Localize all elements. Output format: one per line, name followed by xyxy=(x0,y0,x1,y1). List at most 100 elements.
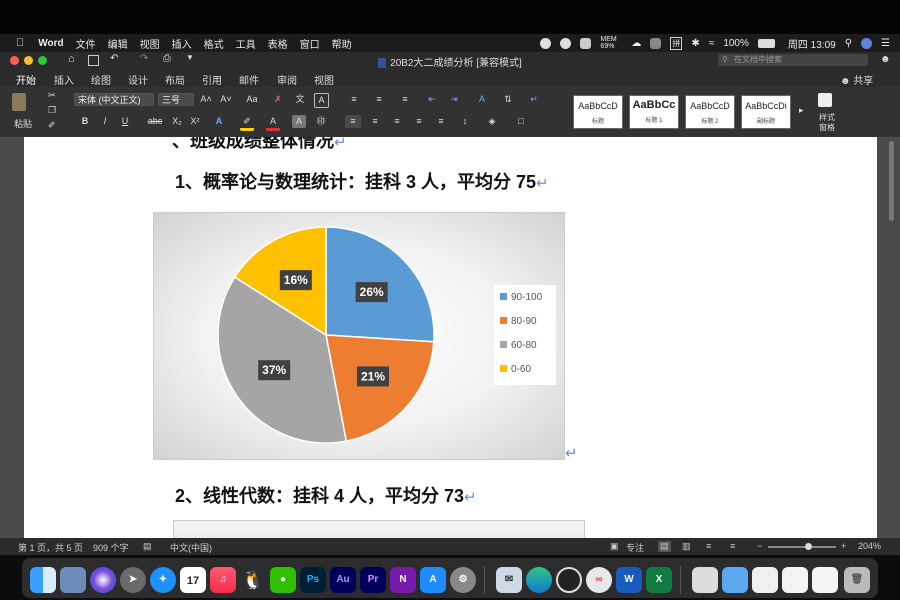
input-method-icon[interactable]: 拼 xyxy=(670,36,683,50)
recent-file-icon-2[interactable] xyxy=(812,567,838,593)
battery-icon[interactable] xyxy=(757,38,775,48)
style-heading-1[interactable]: AaBbCc 标题 1 xyxy=(629,95,679,129)
zoom-slider-thumb[interactable] xyxy=(805,543,812,550)
trash-icon[interactable]: 🗑 xyxy=(844,567,870,593)
line-spacing-button[interactable]: ↕ xyxy=(455,115,475,128)
tab-insert[interactable]: 插入 xyxy=(54,72,74,87)
calendar-icon[interactable]: 17 xyxy=(180,567,206,593)
safari-icon[interactable]: ✦ xyxy=(150,567,176,593)
wifi-icon[interactable]: ≈ xyxy=(709,38,715,49)
share-button[interactable]: ☻ 共享 xyxy=(840,72,873,87)
music-icon[interactable]: ♫ xyxy=(210,567,236,593)
paste-icon[interactable] xyxy=(12,93,26,111)
draft-icon[interactable]: ≡ xyxy=(730,541,735,551)
style-subtitle[interactable]: AaBbCcDi 副标题 xyxy=(741,95,791,129)
styles-pane-label-2[interactable]: 窗格 xyxy=(819,122,835,133)
style-heading-2[interactable]: AaBbCcD 标题 2 xyxy=(685,95,735,129)
superscript-button[interactable]: X² xyxy=(188,115,202,128)
cloud-icon[interactable]: ☁ xyxy=(631,38,641,49)
outline-icon[interactable]: ≡ xyxy=(706,541,711,551)
documents-stack-icon[interactable] xyxy=(692,567,718,593)
clear-format-button[interactable]: ✗ xyxy=(270,93,286,106)
audition-icon[interactable]: Au xyxy=(330,567,356,593)
focus-mode[interactable]: 专注 xyxy=(626,541,644,554)
language[interactable]: 中文(中国) xyxy=(170,541,212,554)
account-icon[interactable]: ☻ xyxy=(880,54,891,65)
photoshop-icon[interactable]: Ps xyxy=(300,567,326,593)
pie-chart[interactable]: 26% 21% 37% 16% 90-100 80-90 60-80 0-60 xyxy=(153,212,565,460)
premiere-icon[interactable]: Pr xyxy=(360,567,386,593)
tab-mailings[interactable]: 邮件 xyxy=(239,72,259,87)
distribute-button[interactable]: ≡ xyxy=(433,115,449,128)
document-search-input[interactable]: ⚲ 在文档中搜索 xyxy=(718,54,868,66)
font-name-select[interactable]: 宋体 (中文正文) xyxy=(74,93,154,106)
apple-icon[interactable]:  xyxy=(16,37,24,49)
character-border-button[interactable]: A xyxy=(314,93,329,108)
web-layout-icon[interactable]: ▥ xyxy=(682,541,691,552)
tab-draw[interactable]: 绘图 xyxy=(91,72,111,87)
downloads-folder-icon[interactable] xyxy=(722,567,748,593)
menu-view[interactable]: 视图 xyxy=(140,36,160,51)
menu-app-name[interactable]: Word xyxy=(38,38,63,49)
zoom-slider[interactable] xyxy=(768,546,836,548)
shrink-font-button[interactable]: A˅ xyxy=(218,93,234,106)
menu-edit[interactable]: 编辑 xyxy=(108,36,128,51)
bullets-button[interactable]: ≡ xyxy=(345,93,363,106)
decrease-indent-button[interactable]: ⇤ xyxy=(424,93,440,106)
italic-button[interactable]: I xyxy=(98,115,112,128)
edge-icon[interactable] xyxy=(526,567,552,593)
wechat-icon[interactable]: ● xyxy=(270,567,296,593)
tab-references[interactable]: 引用 xyxy=(202,72,222,87)
siri-icon[interactable] xyxy=(90,567,116,593)
control-center-icon[interactable]: ☰ xyxy=(881,38,890,49)
shading-button[interactable]: ◈ xyxy=(483,115,501,128)
launchpad-icon[interactable]: ➤ xyxy=(120,567,146,593)
chinese-layout-button[interactable]: A xyxy=(474,93,490,106)
excel-icon[interactable]: X xyxy=(646,567,672,593)
format-painter-icon[interactable]: ✐ xyxy=(48,120,56,131)
tab-design[interactable]: 设计 xyxy=(128,72,148,87)
menu-window[interactable]: 窗口 xyxy=(300,36,320,51)
increase-indent-button[interactable]: ⇥ xyxy=(446,93,462,106)
wechat-status-icon[interactable] xyxy=(560,37,572,49)
app-store-icon[interactable]: A xyxy=(420,567,446,593)
text-effects-button[interactable]: A xyxy=(212,115,226,128)
screenshot-stack-icon[interactable] xyxy=(752,567,778,593)
document-page[interactable]: 、班级成绩整体情况↵ 1、概率论与数理统计：挂科 3 人，平均分 75↵ 26%… xyxy=(24,137,877,538)
connect-icon[interactable]: ∞ xyxy=(586,567,612,593)
strikethrough-button[interactable]: abc xyxy=(145,115,165,128)
vertical-scrollbar[interactable] xyxy=(889,141,894,221)
bluetooth-icon[interactable]: ✱ xyxy=(691,38,699,49)
paste-label[interactable]: 粘贴 xyxy=(14,117,32,130)
menu-tools[interactable]: 工具 xyxy=(236,36,256,51)
print-layout-icon[interactable]: ▤ xyxy=(658,541,671,552)
highlight-button[interactable]: ✐ xyxy=(240,115,254,131)
mail-icon[interactable]: ✉ xyxy=(496,567,522,593)
tab-view[interactable]: 视图 xyxy=(314,72,334,87)
page-count[interactable]: 第 1 页，共 5 页 xyxy=(18,541,83,554)
enclose-character-button[interactable]: ㊞ xyxy=(314,115,328,128)
memory-indicator[interactable]: MEM 69% xyxy=(600,36,622,50)
menu-table[interactable]: 表格 xyxy=(268,36,288,51)
align-center-button[interactable]: ≡ xyxy=(367,115,383,128)
finder-icon[interactable] xyxy=(30,567,56,593)
styles-more-icon[interactable]: ▸ xyxy=(799,105,804,116)
onenote-icon[interactable]: N xyxy=(390,567,416,593)
underline-button[interactable]: U xyxy=(118,115,132,128)
font-color-button[interactable]: A xyxy=(266,115,280,131)
align-left-button[interactable]: ≡ xyxy=(345,115,361,128)
camera-icon[interactable] xyxy=(580,37,592,49)
preview-icon[interactable] xyxy=(60,567,86,593)
grow-font-button[interactable]: A˄ xyxy=(198,93,214,106)
menu-insert[interactable]: 插入 xyxy=(172,36,192,51)
menu-help[interactable]: 帮助 xyxy=(332,36,352,51)
change-case-button[interactable]: Aa xyxy=(242,93,262,106)
menu-file[interactable]: 文件 xyxy=(76,36,96,51)
cut-icon[interactable]: ✂ xyxy=(48,90,56,101)
justify-button[interactable]: ≡ xyxy=(411,115,427,128)
styles-pane-icon[interactable] xyxy=(818,93,832,107)
zoom-level[interactable]: 204% xyxy=(858,541,881,551)
sort-button[interactable]: ⇅ xyxy=(500,93,516,106)
copy-icon[interactable]: ❐ xyxy=(48,105,56,116)
numbering-button[interactable]: ≡ xyxy=(370,93,388,106)
